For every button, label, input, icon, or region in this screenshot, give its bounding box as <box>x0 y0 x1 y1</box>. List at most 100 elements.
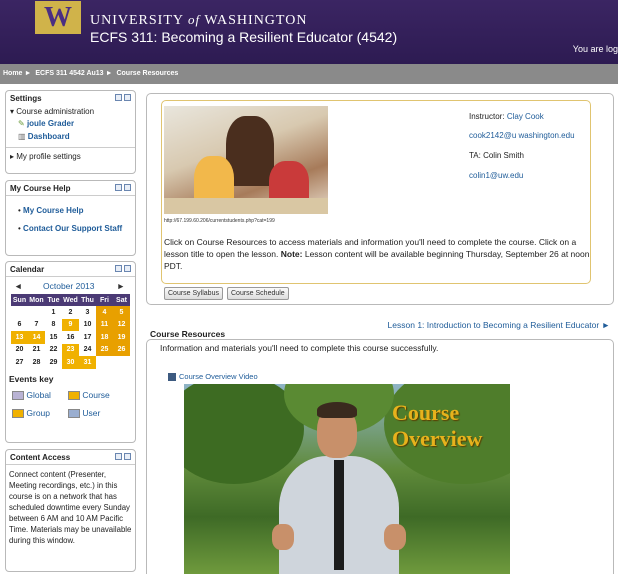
calendar-header: Calendar <box>6 262 135 276</box>
dock-block-icon[interactable] <box>124 265 131 272</box>
calendar-day <box>28 306 45 319</box>
calendar-month[interactable]: October 2013 <box>43 281 95 291</box>
grader-icon: ✎ <box>18 119 25 128</box>
calendar-day[interactable]: 21 <box>28 344 45 357</box>
video-file-icon <box>168 373 176 382</box>
eye-icon <box>12 408 24 418</box>
events-key-title: Events key <box>9 373 54 384</box>
calendar-grid: Sun Mon Tue Wed Thu Fri Sat 1 2 3 4 5 6 … <box>11 294 130 369</box>
lesson-1-link[interactable]: Lesson 1: Introduction to Becoming a Res… <box>388 320 610 330</box>
collapse-arrow-icon: ▾ <box>10 107 15 116</box>
bullet-icon: • <box>18 206 21 215</box>
calendar-day[interactable]: 22 <box>45 344 62 357</box>
calendar-day <box>11 306 28 319</box>
course-overview-video-link[interactable]: Course Overview Video <box>168 372 258 382</box>
calendar-week: 1 2 3 4 5 <box>11 306 130 319</box>
calendar-day-event[interactable]: 26 <box>113 343 130 356</box>
breadcrumb-separator-icon: ► <box>24 70 32 77</box>
weekday-label: Sun <box>11 294 28 306</box>
ta-email-link[interactable]: colin1@uw.edu <box>469 171 523 180</box>
event-key-label: User <box>82 407 101 418</box>
calendar-day-event[interactable]: 30 <box>62 356 79 369</box>
teacher-photo <box>164 106 328 214</box>
settings-block: Settings ▾ Course administration ✎ joule… <box>5 90 136 174</box>
breadcrumb: Home ► ECFS 311 4542 Au13 ► Course Resourc… <box>0 64 618 84</box>
help-item-support[interactable]: • Contact Our Support Staff <box>18 224 135 233</box>
breadcrumb-course[interactable]: ECFS 311 4542 Au13 <box>35 70 103 77</box>
prev-month-icon[interactable]: ◄ <box>14 281 22 291</box>
eye-icon <box>12 390 24 400</box>
hide-block-icon[interactable] <box>115 453 122 460</box>
calendar-day-event[interactable]: 4 <box>96 306 113 319</box>
calendar-week: 6 7 8 9 10 11 12 <box>11 318 130 332</box>
dock-block-icon[interactable] <box>124 453 131 460</box>
of-word: of <box>187 12 201 27</box>
event-key-group[interactable]: Group <box>12 408 50 418</box>
calendar-day-event[interactable]: 25 <box>96 343 113 356</box>
calendar-weekdays: Sun Mon Tue Wed Thu Fri Sat <box>11 294 130 306</box>
resources-title: Course Resources <box>150 329 226 339</box>
weekday-label: Mon <box>28 294 45 306</box>
calendar-day-event[interactable]: 31 <box>79 356 96 369</box>
instructor-name-link[interactable]: Clay Cook <box>507 112 544 121</box>
calendar-day[interactable]: 16 <box>62 331 79 344</box>
photo-caption: http://67.199.60.206/currentstudents.php… <box>164 218 275 224</box>
hide-block-icon[interactable] <box>115 94 122 101</box>
calendar-day[interactable]: 27 <box>11 356 28 369</box>
calendar-day[interactable]: 6 <box>11 319 28 332</box>
calendar-day[interactable]: 15 <box>45 331 62 344</box>
uw-logo[interactable]: W <box>35 1 81 34</box>
settings-item-dashboard[interactable]: ▥ Dashboard <box>6 128 135 141</box>
course-syllabus-button[interactable]: Course Syllabus <box>164 287 223 300</box>
course-admin-label: Course administration <box>16 107 95 116</box>
calendar-day[interactable]: 29 <box>45 356 62 369</box>
calendar-day[interactable]: 10 <box>79 319 96 332</box>
presenter-tie <box>334 460 344 570</box>
calendar-day-event[interactable]: 12 <box>113 318 130 331</box>
calendar-week: 20 21 22 23 24 25 26 <box>11 343 130 357</box>
weekday-label: Thu <box>79 294 96 306</box>
dock-block-icon[interactable] <box>124 94 131 101</box>
ta-label: TA: Colin Smith <box>469 151 524 160</box>
calendar-day[interactable]: 7 <box>28 319 45 332</box>
video-title-line1: Course <box>392 400 460 425</box>
calendar-day-event[interactable]: 5 <box>113 306 130 319</box>
calendar-day-event[interactable]: 14 <box>28 331 45 344</box>
calendar-day[interactable]: 8 <box>45 319 62 332</box>
calendar-day[interactable]: 17 <box>79 331 96 344</box>
calendar-day[interactable]: 2 <box>62 306 79 319</box>
breadcrumb-home[interactable]: Home <box>3 70 22 77</box>
calendar-week: 13 14 15 16 17 18 19 <box>11 331 130 344</box>
profile-settings[interactable]: ▸ My profile settings <box>6 147 135 161</box>
hide-block-icon[interactable] <box>115 265 122 272</box>
profile-settings-label: My profile settings <box>16 152 81 161</box>
hide-block-icon[interactable] <box>115 184 122 191</box>
calendar-day[interactable]: 1 <box>45 306 62 319</box>
event-key-course[interactable]: Course <box>68 390 110 400</box>
events-key: Global Course Group User <box>6 384 135 420</box>
event-key-user[interactable]: User <box>68 408 100 418</box>
settings-header: Settings <box>6 91 135 105</box>
course-schedule-button[interactable]: Course Schedule <box>227 287 289 300</box>
calendar-day[interactable]: 28 <box>28 356 45 369</box>
calendar-day[interactable]: 3 <box>79 306 96 319</box>
calendar-day-event[interactable]: 13 <box>11 331 28 344</box>
content-access-title: Content Access <box>10 453 71 462</box>
dock-block-icon[interactable] <box>124 184 131 191</box>
dashboard-label: Dashboard <box>27 132 70 141</box>
expand-arrow-icon: ▸ <box>10 152 15 161</box>
calendar-day[interactable]: 24 <box>79 344 96 357</box>
event-key-global[interactable]: Global <box>12 390 51 400</box>
calendar-day-event[interactable]: 18 <box>96 331 113 344</box>
course-overview-video[interactable]: Course Overview <box>184 384 510 574</box>
calendar-day[interactable]: 20 <box>11 344 28 357</box>
course-admin[interactable]: ▾ Course administration <box>6 105 135 116</box>
calendar-day-event[interactable]: 19 <box>113 331 130 344</box>
calendar-day-event[interactable]: 11 <box>96 318 113 331</box>
instructor-email-link[interactable]: cook2142@u washington.edu <box>469 131 575 140</box>
help-item-course-help[interactable]: • My Course Help <box>18 206 135 215</box>
settings-item-joule-grader[interactable]: ✎ joule Grader <box>6 116 135 128</box>
calendar-day-event[interactable]: 23 <box>62 343 79 356</box>
calendar-day-event[interactable]: 9 <box>62 318 79 331</box>
next-month-icon[interactable]: ► <box>117 281 125 291</box>
